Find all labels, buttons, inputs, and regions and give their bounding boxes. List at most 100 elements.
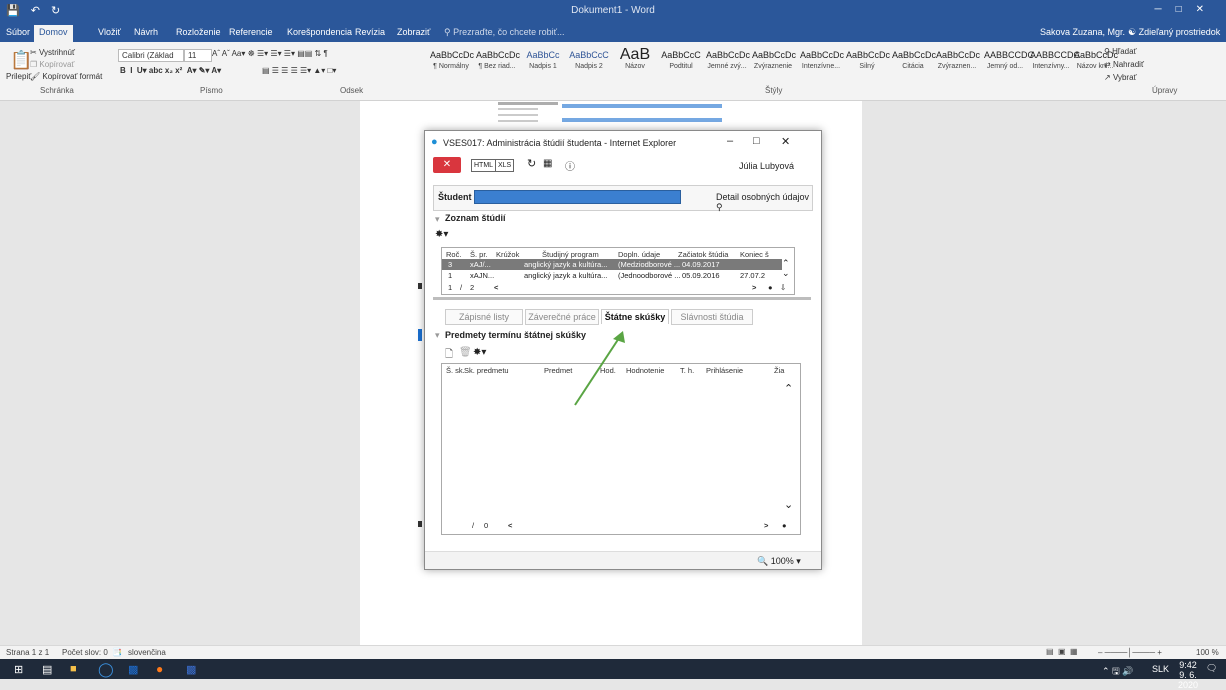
paste-label[interactable]: Prilepiť — [6, 72, 31, 81]
tab-enrollment[interactable]: Zápisné listy — [445, 309, 523, 325]
outlook-icon[interactable]: ▩ — [128, 663, 138, 676]
col-header[interactable]: Žia — [774, 366, 784, 375]
style-item[interactable]: AaBbCcDc Jemné zvý... — [706, 47, 750, 79]
style-item[interactable]: AaB Názov — [614, 47, 656, 79]
cut-button[interactable]: ✂ Vystrihnúť — [30, 48, 75, 57]
notifications-icon[interactable]: 🗨 — [1206, 663, 1217, 674]
scroll-up-icon[interactable]: ⌃ — [784, 382, 793, 395]
tab-state-exams[interactable]: Štátne skúšky — [601, 309, 669, 324]
align-tools[interactable]: ▤ ☰ ☰ ☰ ☰▾ ▲▾ □▾ — [262, 66, 336, 75]
zoom-control[interactable]: 🔍 100% ▾ — [757, 556, 801, 567]
action-menu-icon[interactable]: ✸▾ — [435, 229, 448, 240]
tab-references[interactable]: Referencie — [229, 27, 273, 37]
page-count[interactable]: Strana 1 z 1 — [6, 648, 49, 657]
format-tools[interactable]: B I U▾ abc x₂ x² A▾ ✎▾ A▾ — [120, 66, 221, 75]
tab-home[interactable]: Domov — [34, 25, 73, 43]
style-item[interactable]: AaBbCcC Nadpis 2 — [568, 47, 610, 79]
tell-me-box[interactable]: ⚲ Prezraďte, čo chcete robiť... — [444, 27, 565, 38]
tab-file[interactable]: Súbor — [6, 27, 30, 37]
font-size-select[interactable]: 11 — [184, 49, 212, 62]
splitter[interactable] — [433, 297, 811, 300]
tab-review[interactable]: Revízia — [355, 27, 385, 37]
style-item[interactable]: AaBbCcDc Zvýraznenie — [752, 47, 796, 79]
close-icon[interactable]: ✕ — [781, 135, 790, 148]
maximize-button[interactable]: □ — [753, 135, 760, 147]
style-item[interactable]: AaBbCcDc Intenzívne... — [800, 47, 844, 79]
col-header[interactable]: Sk. predmetu — [464, 366, 509, 375]
table-row[interactable]: 1 xAJN... anglický jazyk a kultúra... (J… — [442, 270, 782, 281]
col-header[interactable]: T. h. — [680, 366, 694, 375]
col-header[interactable]: Študijný program — [542, 250, 599, 259]
style-item[interactable]: AaBbCcDc ¶ Normálny — [430, 47, 474, 79]
zoom-percent[interactable]: 100 % — [1196, 648, 1219, 657]
tab-layout[interactable]: Rozloženie — [176, 27, 221, 37]
user-name[interactable]: Sakova Zuzana, Mgr. — [1040, 27, 1125, 37]
find-button[interactable]: ⚲ Hľadať — [1104, 47, 1137, 56]
tab-thesis[interactable]: Záverečné práce — [525, 309, 599, 325]
replace-button[interactable]: ⇄ Nahradiť — [1104, 60, 1144, 69]
col-header[interactable]: Začiatok štúdia — [678, 250, 728, 259]
html-export-button[interactable]: HTML — [471, 159, 497, 172]
windows-start-icon[interactable]: ⊞ — [14, 663, 23, 676]
tab-insert[interactable]: Vložiť — [98, 27, 121, 37]
style-item[interactable]: AABBCCDC Intenzívny... — [1030, 47, 1080, 79]
style-item[interactable]: AaBbCcDc Zvýraznen... — [936, 47, 980, 79]
copy-button[interactable]: ❐ Kopírovať — [30, 60, 74, 69]
student-detail-link[interactable]: Detail osobných údajov ⚲ — [716, 192, 812, 213]
collapse-icon[interactable]: ▾ — [435, 214, 440, 225]
word-count[interactable]: Počet slov: 0 — [62, 648, 108, 657]
prev-icon[interactable]: < — [508, 521, 512, 530]
style-item[interactable]: AaBbCcDc Silný — [846, 47, 890, 79]
next-icon[interactable]: > — [752, 283, 756, 292]
trash-icon[interactable]: 🗑 — [459, 347, 472, 358]
input-language[interactable]: SLK — [1152, 664, 1169, 674]
col-header[interactable]: Krúžok — [496, 250, 519, 259]
pager-page[interactable]: 1 — [448, 283, 452, 292]
style-item[interactable]: AaBbCcC Podtitul — [660, 47, 702, 79]
style-item[interactable]: AaBbCcDc Citácia — [892, 47, 936, 79]
format-painter-button[interactable]: 🖌 Kopírovať formát — [30, 72, 102, 81]
xls-export-button[interactable]: XLS — [495, 159, 515, 172]
zoom-slider[interactable]: – ────│──── + — [1098, 648, 1162, 657]
tab-view[interactable]: Zobraziť — [397, 27, 430, 37]
prev-icon[interactable]: < — [494, 283, 498, 292]
new-doc-icon[interactable]: 🗋 — [445, 347, 453, 364]
col-header[interactable]: Š. sk. — [446, 366, 465, 375]
font-tools[interactable]: Aˆ Aˇ Aa▾ ☸ ☰▾ ☰▾ ☰▾ ▤▤ ⇅ ¶ — [212, 49, 328, 58]
ie-taskbar-icon[interactable]: ◯ — [98, 661, 114, 678]
file-explorer-icon[interactable]: ■ — [70, 663, 77, 675]
clock[interactable]: 9:42 9. 6. 2020 — [1176, 660, 1200, 690]
refresh-icon[interactable]: ↻ — [527, 157, 536, 170]
font-name-select[interactable]: Calibri (Základ — [118, 49, 184, 62]
info-icon[interactable]: ⓘ — [565, 158, 575, 173]
action-menu-icon[interactable]: ✸▾ — [473, 347, 486, 358]
view-buttons[interactable]: ▤ ▣ ▦ — [1046, 647, 1078, 656]
style-item[interactable]: AaBbCc Nadpis 1 — [522, 47, 564, 79]
dot-icon[interactable]: ● — [782, 521, 787, 530]
minimize-button[interactable]: – — [727, 135, 733, 147]
dot-icon[interactable]: ● — [768, 283, 773, 292]
collapse-icon[interactable]: ▾ — [435, 330, 440, 341]
style-item[interactable]: AaBbCcDc ¶ Bez riad... — [476, 47, 520, 79]
next-icon[interactable]: > — [764, 521, 768, 530]
scroll-down-icon[interactable]: ⌄ — [784, 498, 793, 511]
close-red-button[interactable]: ✕ — [433, 157, 461, 173]
col-header[interactable]: Dopln. údaje — [618, 250, 660, 259]
table-row[interactable]: 3 xAJ/... anglický jazyk a kultúra... (M… — [442, 259, 782, 270]
download-icon[interactable]: ⇩ — [780, 283, 786, 292]
firefox-icon[interactable]: ● — [156, 662, 163, 676]
student-field[interactable] — [474, 190, 681, 204]
tab-design[interactable]: Návrh — [134, 27, 158, 37]
col-header[interactable]: Roč. — [446, 250, 461, 259]
tab-ceremonies[interactable]: Slávnosti štúdia — [671, 309, 753, 325]
scroll-down-icon[interactable]: ⌄ — [782, 268, 790, 279]
word-taskbar-icon[interactable]: ▩ — [186, 663, 196, 676]
chart-icon[interactable]: ▦ — [543, 158, 552, 169]
select-button[interactable]: ↗ Vybrať — [1104, 73, 1137, 82]
style-item[interactable]: AABBCCDC Jemný od... — [984, 47, 1034, 79]
proofing-icon[interactable]: 📑 — [112, 648, 122, 657]
share-button[interactable]: ☯ Zdieľaný prostriedok — [1128, 27, 1220, 38]
col-header[interactable]: Hodnotenie — [626, 366, 664, 375]
task-view-icon[interactable]: ▤ — [42, 663, 52, 676]
tray-icons[interactable]: ⌃ 🖫 🔊 — [1102, 664, 1133, 680]
